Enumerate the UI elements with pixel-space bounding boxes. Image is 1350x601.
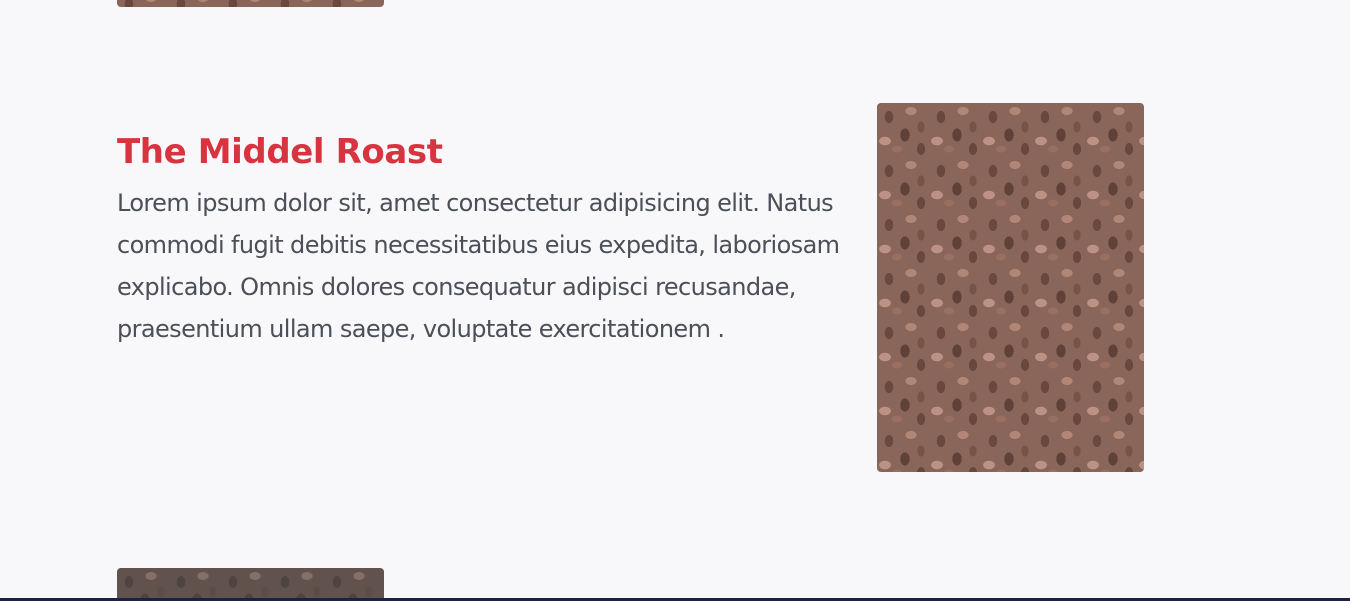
coffee-beans-image	[877, 103, 1144, 472]
page: The Middel Roast Lorem ipsum dolor sit, …	[0, 0, 1350, 601]
coffee-beans-image-bottom	[117, 568, 384, 601]
section-title: The Middel Roast	[117, 132, 443, 172]
section-body-text: Lorem ipsum dolor sit, amet consectetur …	[117, 189, 840, 343]
roast-description-block: The Middel Roast Lorem ipsum dolor sit, …	[117, 128, 862, 350]
coffee-beans-image-top	[117, 0, 384, 7]
